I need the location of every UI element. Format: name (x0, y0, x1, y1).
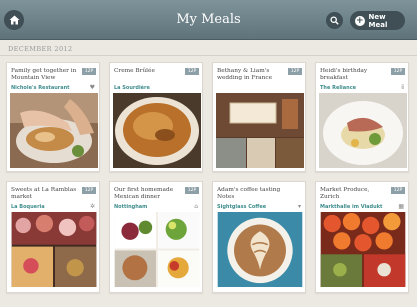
photo-count-badge: 12P (391, 68, 405, 75)
meal-photo (10, 93, 98, 168)
meal-title: Heidi's birthday breakfast (320, 68, 368, 81)
photo-count-badge: 12P (82, 187, 96, 194)
meal-location[interactable]: La Boqueria (11, 204, 45, 210)
star-icon: ✲ (89, 203, 95, 210)
photo-count-badge: 12P (82, 68, 96, 75)
meal-photo (113, 212, 201, 287)
new-meal-button[interactable]: + New Meal (350, 11, 405, 30)
photo-count-badge: 12P (288, 68, 302, 75)
meal-card[interactable]: Family get together in Mountain View 12P… (6, 62, 100, 172)
meal-photo (319, 93, 407, 168)
meal-photo (113, 93, 201, 168)
meal-photo (10, 212, 98, 287)
meal-photo (319, 212, 407, 287)
meal-card[interactable]: Adam's coffee tasting Notes Sightglass C… (212, 181, 306, 293)
section-header: DECEMBER 2012 (8, 45, 73, 53)
meal-card[interactable]: Bethany & Liam's wedding in France 12P (212, 62, 306, 172)
cup-icon: ▾ (297, 203, 301, 210)
search-icon (330, 16, 339, 25)
fork-knife-icon: ⅱ (401, 84, 404, 91)
meal-title: Market Produce, Zurich (320, 187, 370, 200)
meal-card[interactable]: Heidi's birthday breakfast 12P The Relia… (315, 62, 409, 172)
meal-card[interactable]: Sweets at La Ramblas market 12P La Boque… (6, 181, 100, 293)
new-meal-label: New Meal (368, 12, 388, 29)
heart-icon: ♥ (89, 84, 95, 91)
house-icon: ⌂ (194, 203, 198, 210)
meal-photo (216, 93, 304, 168)
meal-location[interactable]: Markthalle im Viadukt (320, 204, 382, 210)
meal-title: Our first homemade Mexican dinner (114, 187, 174, 200)
meal-title: Bethany & Liam's wedding in France (217, 68, 273, 81)
meal-photo (216, 212, 304, 287)
photo-count-badge: 12P (185, 68, 199, 75)
meal-title: Sweets at La Ramblas market (11, 187, 77, 200)
meal-card[interactable]: Market Produce, Zurich 12P Markthalle im… (315, 181, 409, 293)
meal-card[interactable]: Creme Brûlée 12P La Sourdière (109, 62, 203, 172)
plus-icon: + (355, 15, 365, 26)
meal-title: Creme Brûlée (114, 68, 155, 74)
meal-title: Family get together in Mountain View (11, 68, 77, 81)
section-divider (0, 55, 417, 56)
top-bar: My Meals + New Meal (0, 0, 417, 40)
meal-location[interactable]: The Reliance (320, 85, 356, 91)
meal-location[interactable]: Nottingham (114, 204, 147, 210)
photo-count-badge: 12P (391, 187, 405, 194)
meal-location[interactable]: Nichole's Restaurant (11, 85, 70, 91)
photo-count-badge: 12P (185, 187, 199, 194)
meal-location[interactable]: La Sourdière (114, 85, 150, 91)
meal-location[interactable]: Sightglass Coffee (217, 204, 266, 210)
search-button[interactable] (326, 12, 343, 29)
basket-icon: ▦ (398, 203, 404, 210)
meal-card[interactable]: Our first homemade Mexican dinner 12P No… (109, 181, 203, 293)
meal-title: Adam's coffee tasting Notes (217, 187, 281, 200)
